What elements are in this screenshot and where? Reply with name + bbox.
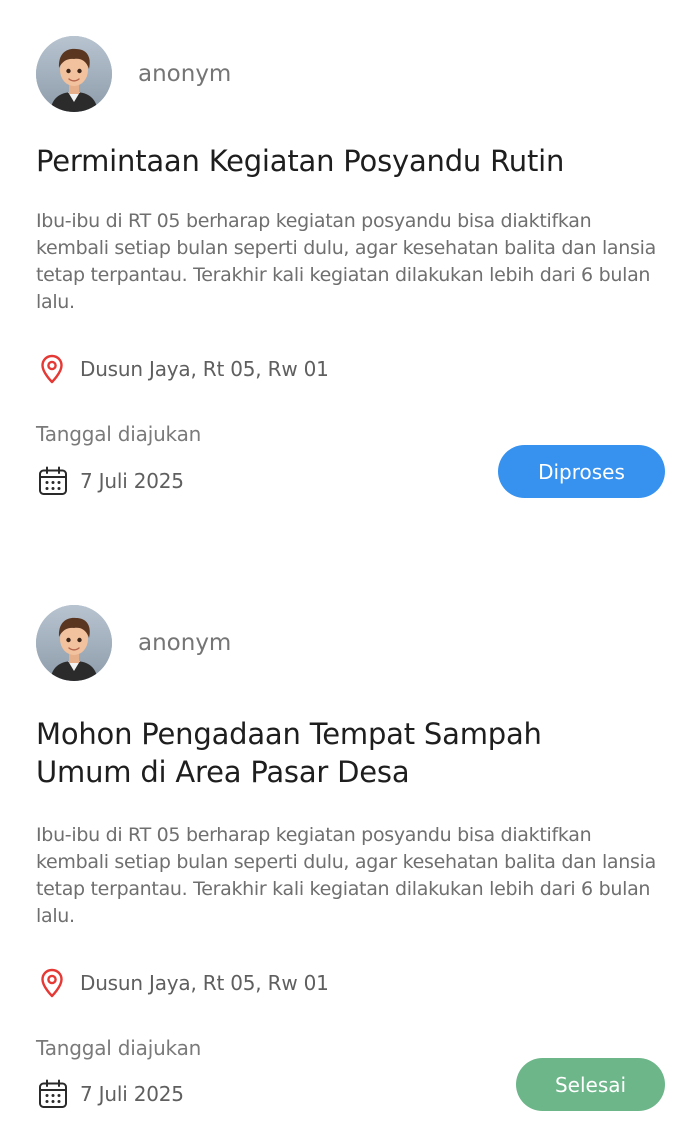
report-description: Ibu-ibu di RT 05 berharap kegiatan posya… <box>36 824 656 927</box>
location: Dusun Jaya, Rt 05, Rw 01 <box>36 353 329 385</box>
date-label: Tanggal diajukan <box>36 422 202 446</box>
date: 7 Juli 2025 <box>36 464 184 498</box>
location-text: Dusun Jaya, Rt 05, Rw 01 <box>80 971 329 995</box>
map-pin-icon <box>41 968 63 998</box>
report-title: Permintaan Kegiatan Posyandu Rutin <box>36 144 565 178</box>
calendar-icon <box>39 466 67 495</box>
status-badge[interactable]: Diproses <box>498 445 665 498</box>
location-text: Dusun Jaya, Rt 05, Rw 01 <box>80 357 329 381</box>
report-card[interactable]: anonym Mohon Pengadaan Tempat Sampah Umu… <box>0 569 700 1147</box>
avatar <box>36 605 112 681</box>
author-name: anonym <box>138 61 232 87</box>
calendar-icon <box>39 1079 67 1108</box>
date-text: 7 Juli 2025 <box>80 469 184 493</box>
avatar <box>36 36 112 112</box>
report-card[interactable]: anonym Permintaan Kegiatan Posyandu Ruti… <box>0 0 700 560</box>
date: 7 Juli 2025 <box>36 1077 184 1111</box>
date-label: Tanggal diajukan <box>36 1036 202 1060</box>
status-badge[interactable]: Selesai <box>516 1058 665 1111</box>
location: Dusun Jaya, Rt 05, Rw 01 <box>36 967 329 999</box>
date-text: 7 Juli 2025 <box>80 1082 184 1106</box>
report-description: Ibu-ibu di RT 05 berharap kegiatan posya… <box>36 210 656 313</box>
map-pin-icon <box>41 354 63 384</box>
author-name: anonym <box>138 630 232 656</box>
report-title: Mohon Pengadaan Tempat Sampah Umum di Ar… <box>36 717 542 789</box>
